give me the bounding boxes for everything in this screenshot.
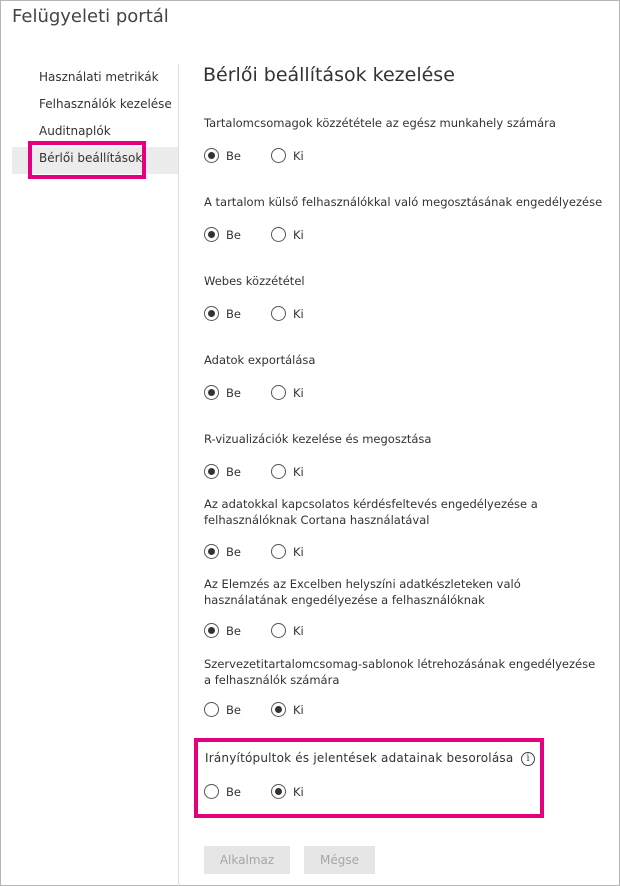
setting-options: Be Ki <box>204 784 404 800</box>
data-classification-highlight <box>194 738 544 818</box>
radio-off[interactable]: Ki <box>271 385 304 400</box>
radio-circle[interactable] <box>271 702 286 717</box>
radio-label: Ki <box>293 544 304 559</box>
radio-label: Ki <box>293 306 304 321</box>
radio-circle[interactable] <box>204 227 219 242</box>
radio-circle[interactable] <box>204 544 219 559</box>
radio-off[interactable]: Ki <box>271 784 304 799</box>
radio-label: Ki <box>293 148 304 163</box>
setting-options: Be Ki <box>204 148 404 164</box>
setting-publish-content-packs: Tartalomcsomagok közzététele az egész mu… <box>204 115 604 163</box>
portal-title: Felügyeleti portál <box>12 6 169 27</box>
radio-on[interactable]: Be <box>204 148 241 163</box>
setting-external-sharing: A tartalom külső felhasználókkal való me… <box>204 194 604 242</box>
radio-circle[interactable] <box>204 148 219 163</box>
radio-circle[interactable] <box>271 306 286 321</box>
radio-on[interactable]: Be <box>204 385 241 400</box>
setting-analyze-in-excel: Az Elemzés az Excelben helyszíni adatkés… <box>204 576 604 638</box>
radio-circle[interactable] <box>204 306 219 321</box>
radio-circle[interactable] <box>204 385 219 400</box>
setting-publish-to-web: Webes közzététel Be Ki <box>204 273 604 321</box>
setting-cortana-qna: Az adatokkal kapcsolatos kérdésfeltevés … <box>204 496 604 559</box>
setting-label: Adatok exportálása <box>204 353 316 367</box>
setting-label: Szervezetitartalomcsomag-sablonok létreh… <box>204 657 596 687</box>
setting-options: Be Ki <box>204 544 404 560</box>
apply-button[interactable]: Alkalmaz <box>204 846 290 874</box>
radio-label: Ki <box>293 227 304 242</box>
radio-circle[interactable] <box>271 464 286 479</box>
radio-circle[interactable] <box>204 784 219 799</box>
radio-on[interactable]: Be <box>204 702 241 717</box>
setting-options: Be Ki <box>204 623 404 639</box>
radio-off[interactable]: Ki <box>271 148 304 163</box>
radio-circle[interactable] <box>204 702 219 717</box>
setting-options: Be Ki <box>204 702 404 718</box>
radio-on[interactable]: Be <box>204 623 241 638</box>
radio-label: Be <box>226 148 241 163</box>
radio-label: Be <box>226 306 241 321</box>
radio-label: Ki <box>293 464 304 479</box>
radio-label: Ki <box>293 784 304 799</box>
radio-circle[interactable] <box>271 784 286 799</box>
setting-label: Webes közzététel <box>204 274 305 288</box>
setting-export-data: Adatok exportálása Be Ki <box>204 352 604 400</box>
radio-label: Be <box>226 227 241 242</box>
radio-circle[interactable] <box>204 623 219 638</box>
radio-label: Ki <box>293 623 304 638</box>
radio-circle[interactable] <box>271 148 286 163</box>
radio-label: Be <box>226 544 241 559</box>
radio-label: Be <box>226 385 241 400</box>
tenant-settings-highlight <box>28 141 146 179</box>
radio-on[interactable]: Be <box>204 306 241 321</box>
radio-circle[interactable] <box>271 544 286 559</box>
sidebar-divider <box>178 64 179 886</box>
radio-circle[interactable] <box>271 227 286 242</box>
radio-label: Be <box>226 464 241 479</box>
setting-options: Be Ki <box>204 227 404 243</box>
radio-on[interactable]: Be <box>204 227 241 242</box>
radio-circle[interactable] <box>204 464 219 479</box>
page-title: Bérlői beállítások kezelése <box>203 64 455 86</box>
setting-label: R-vizualizációk kezelése és megosztása <box>204 432 432 446</box>
setting-options: Be Ki <box>204 464 404 480</box>
cancel-button[interactable]: Mégse <box>304 846 375 874</box>
radio-off[interactable]: Ki <box>271 544 304 559</box>
radio-off[interactable]: Ki <box>271 623 304 638</box>
setting-label-data-classification: Irányítópultok és jelentések adatainak b… <box>205 751 514 765</box>
radio-label: Ki <box>293 385 304 400</box>
radio-circle[interactable] <box>271 385 286 400</box>
info-icon[interactable]: i <box>521 752 535 766</box>
radio-off[interactable]: Ki <box>271 306 304 321</box>
setting-options: Be Ki <box>204 385 404 401</box>
radio-label: Be <box>226 702 241 717</box>
radio-on[interactable]: Be <box>204 784 241 799</box>
setting-label: Az Elemzés az Excelben helyszíni adatkés… <box>204 577 521 607</box>
radio-off[interactable]: Ki <box>271 702 304 717</box>
radio-label: Ki <box>293 702 304 717</box>
radio-circle[interactable] <box>271 623 286 638</box>
setting-label: Tartalomcsomagok közzététele az egész mu… <box>204 116 556 130</box>
sidebar-item-usage-metrics[interactable]: Használati metrikák <box>12 66 178 93</box>
setting-label: Az adatokkal kapcsolatos kérdésfeltevés … <box>204 497 538 527</box>
setting-r-visuals: R-vizualizációk kezelése és megosztása B… <box>204 431 604 479</box>
sidebar-item-manage-users[interactable]: Felhasználók kezelése <box>12 93 178 120</box>
radio-off[interactable]: Ki <box>271 227 304 242</box>
setting-label: A tartalom külső felhasználókkal való me… <box>204 195 603 209</box>
radio-on[interactable]: Be <box>204 464 241 479</box>
radio-on[interactable]: Be <box>204 544 241 559</box>
radio-label: Be <box>226 623 241 638</box>
radio-off[interactable]: Ki <box>271 464 304 479</box>
radio-label: Be <box>226 784 241 799</box>
setting-org-content-pack-templates: Szervezetitartalomcsomag-sablonok létreh… <box>204 656 604 717</box>
setting-options: Be Ki <box>204 306 404 322</box>
